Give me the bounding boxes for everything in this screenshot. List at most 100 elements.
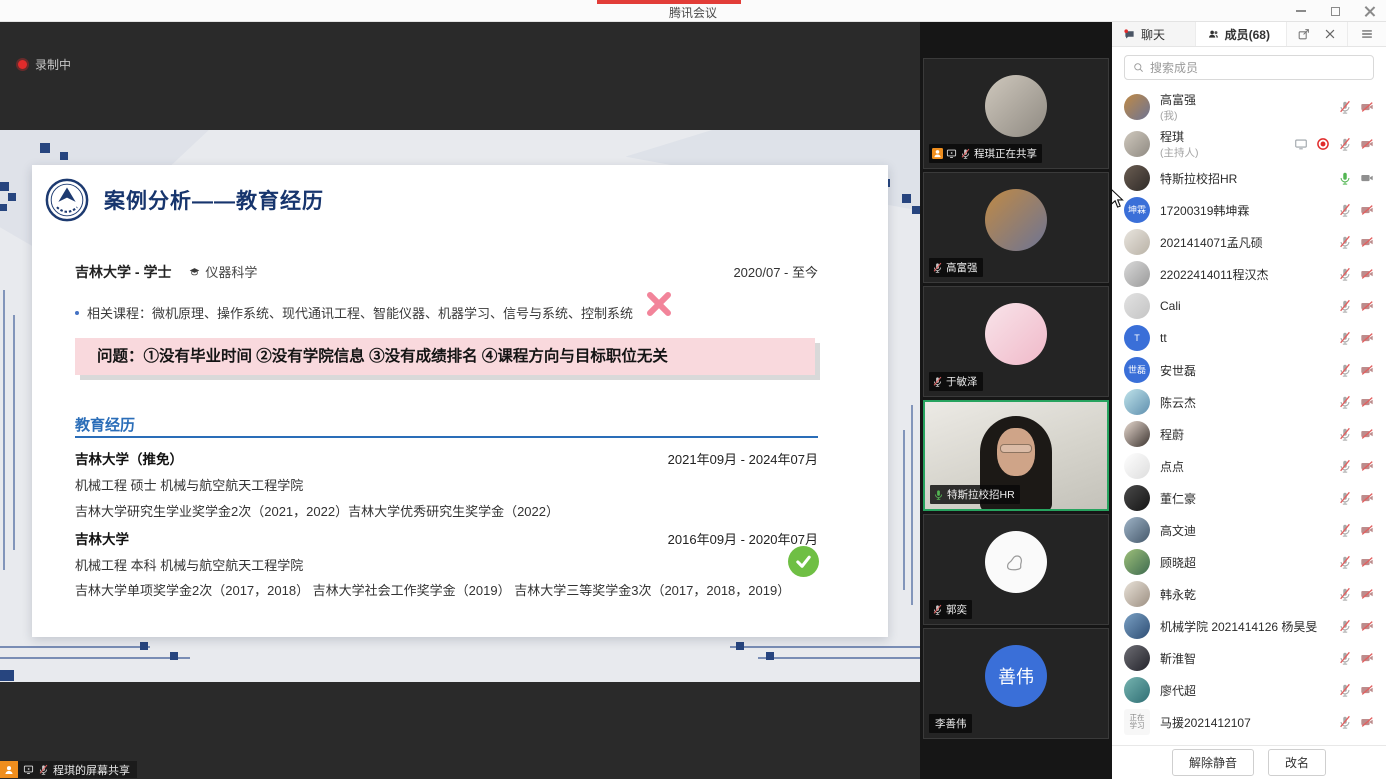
member-avatar bbox=[1124, 131, 1150, 157]
member-row[interactable]: 机械学院 2021414126 杨昊旻 bbox=[1124, 610, 1374, 642]
video-tile[interactable]: 郭奕 bbox=[923, 514, 1109, 625]
member-row[interactable]: Cali bbox=[1124, 290, 1374, 322]
popout-panel-icon[interactable] bbox=[1297, 27, 1311, 41]
member-row[interactable]: 程蔚 bbox=[1124, 418, 1374, 450]
member-row[interactable]: 2021414071孟凡硕 bbox=[1124, 226, 1374, 258]
close-button[interactable] bbox=[1362, 4, 1376, 18]
video-tile[interactable]: 高富强 bbox=[923, 172, 1109, 283]
participant-name: 特斯拉校招HR bbox=[947, 487, 1015, 502]
member-row[interactable]: 程琪 (主持人) bbox=[1124, 125, 1374, 162]
mic-muted-icon bbox=[932, 376, 943, 387]
panel-menu-button[interactable] bbox=[1347, 22, 1386, 46]
camera-off-icon bbox=[1360, 683, 1374, 697]
member-status-icons bbox=[1338, 235, 1374, 249]
member-row[interactable]: 正在学习 马援2021412107 bbox=[1124, 706, 1374, 738]
maximize-button[interactable] bbox=[1328, 4, 1342, 18]
tab-chat[interactable]: 聊天 bbox=[1112, 22, 1196, 46]
mic-muted-icon bbox=[1338, 491, 1352, 505]
member-avatar bbox=[1124, 229, 1150, 255]
resume-major: 仪器科学 bbox=[205, 262, 257, 281]
camera-off-icon bbox=[1360, 619, 1374, 633]
participant-avatar bbox=[985, 189, 1047, 251]
members-panel: 聊天 成员(68) bbox=[1112, 22, 1386, 779]
camera-off-icon bbox=[1360, 363, 1374, 377]
resume-school-degree: 吉林大学 - 学士 bbox=[75, 264, 171, 280]
camera-off-icon bbox=[1360, 555, 1374, 569]
video-tile[interactable]: 善伟 李善伟 bbox=[923, 628, 1109, 739]
member-avatar bbox=[1124, 453, 1150, 479]
recording-icon bbox=[1316, 137, 1330, 151]
member-name: 特斯拉校招HR bbox=[1160, 170, 1237, 187]
member-row[interactable]: 世磊 安世磊 bbox=[1124, 354, 1374, 386]
member-name: 高文迪 bbox=[1160, 522, 1196, 539]
mic-muted-icon bbox=[1338, 395, 1352, 409]
video-tile[interactable]: 特斯拉校招HR bbox=[923, 400, 1109, 511]
maximize-icon bbox=[1331, 7, 1340, 16]
member-list[interactable]: 高富强 (我) 程琪 (主持人) 特斯拉校招HR 坤霖 17200319韩坤霖 … bbox=[1112, 86, 1386, 745]
member-avatar: 坤霖 bbox=[1124, 197, 1150, 223]
member-row[interactable]: 坤霖 17200319韩坤霖 bbox=[1124, 194, 1374, 226]
camera-off-icon bbox=[1360, 203, 1374, 217]
member-row[interactable]: 靳淮智 bbox=[1124, 642, 1374, 674]
member-avatar: T bbox=[1124, 325, 1150, 351]
video-tile[interactable]: 于敏泽 bbox=[923, 286, 1109, 397]
close-panel-icon[interactable] bbox=[1323, 27, 1337, 41]
member-status-icons bbox=[1338, 100, 1374, 114]
search-icon bbox=[1133, 62, 1144, 73]
member-row[interactable]: 顾晓超 bbox=[1124, 546, 1374, 578]
member-status-icons bbox=[1338, 203, 1374, 217]
mic-muted-icon bbox=[932, 604, 943, 615]
slide-title: 案例分析——教育经历 bbox=[104, 185, 324, 215]
unmute-button[interactable]: 解除静音 bbox=[1172, 749, 1254, 776]
member-avatar bbox=[1124, 94, 1150, 120]
minimize-button[interactable] bbox=[1294, 4, 1308, 18]
close-icon bbox=[1364, 6, 1375, 17]
participant-avatar bbox=[985, 75, 1047, 137]
member-row[interactable]: 22022414011程汉杰 bbox=[1124, 258, 1374, 290]
member-status-icons bbox=[1338, 491, 1374, 505]
member-row[interactable]: 高文迪 bbox=[1124, 514, 1374, 546]
member-row[interactable]: 廖代超 bbox=[1124, 674, 1374, 706]
member-avatar bbox=[1124, 517, 1150, 543]
major-cap-icon bbox=[189, 266, 200, 277]
member-row[interactable]: 特斯拉校招HR bbox=[1124, 162, 1374, 194]
camera-off-icon bbox=[1360, 523, 1374, 537]
chat-bubble-icon bbox=[1124, 29, 1135, 40]
member-row[interactable]: 点点 bbox=[1124, 450, 1374, 482]
member-name: 董仁豪 bbox=[1160, 490, 1196, 507]
tab-members[interactable]: 成员(68) bbox=[1196, 22, 1287, 46]
video-tile[interactable]: 程琪正在共享 bbox=[923, 58, 1109, 169]
camera-off-icon bbox=[1360, 100, 1374, 114]
shared-slide-region: 案例分析——教育经历 吉林大学 - 学士 仪器科学 2020/07 - 至今 bbox=[0, 130, 920, 682]
member-row[interactable]: 韩永乾 bbox=[1124, 578, 1374, 610]
member-status-icons bbox=[1338, 171, 1374, 185]
mic-muted-icon bbox=[1338, 427, 1352, 441]
resume-dates: 2020/07 - 至今 bbox=[733, 262, 818, 281]
recording-indicator: 录制中 bbox=[18, 56, 71, 73]
rename-button[interactable]: 改名 bbox=[1268, 749, 1326, 776]
member-avatar bbox=[1124, 645, 1150, 671]
member-name: 靳淮智 bbox=[1160, 650, 1196, 667]
mic-muted-icon bbox=[38, 764, 49, 775]
mic-muted-icon bbox=[1338, 100, 1352, 114]
member-row[interactable]: 董仁豪 bbox=[1124, 482, 1374, 514]
member-status-icons bbox=[1338, 523, 1374, 537]
problem-callout: 问题：①没有毕业时间 ②没有学院信息 ③没有成绩排名 ④课程方向与目标职位无关 bbox=[75, 338, 815, 375]
member-row[interactable]: 陈云杰 bbox=[1124, 386, 1374, 418]
tab-members-label: 成员(68) bbox=[1225, 26, 1270, 43]
camera-off-icon bbox=[1360, 427, 1374, 441]
member-row[interactable]: 高富强 (我) bbox=[1124, 88, 1374, 125]
member-status-icons bbox=[1338, 555, 1374, 569]
member-status-icons bbox=[1338, 683, 1374, 697]
member-status-icons bbox=[1338, 427, 1374, 441]
camera-off-icon bbox=[1360, 651, 1374, 665]
recording-label: 录制中 bbox=[35, 56, 71, 73]
presentation-slide: 案例分析——教育经历 吉林大学 - 学士 仪器科学 2020/07 - 至今 bbox=[32, 165, 888, 637]
member-row[interactable]: T tt bbox=[1124, 322, 1374, 354]
search-input[interactable] bbox=[1150, 61, 1365, 75]
record-dot-icon bbox=[18, 60, 27, 69]
entry-school: 吉林大学（推免） bbox=[75, 448, 183, 468]
member-name: 韩永乾 bbox=[1160, 586, 1196, 603]
member-avatar bbox=[1124, 165, 1150, 191]
university-seal-logo bbox=[44, 177, 90, 223]
